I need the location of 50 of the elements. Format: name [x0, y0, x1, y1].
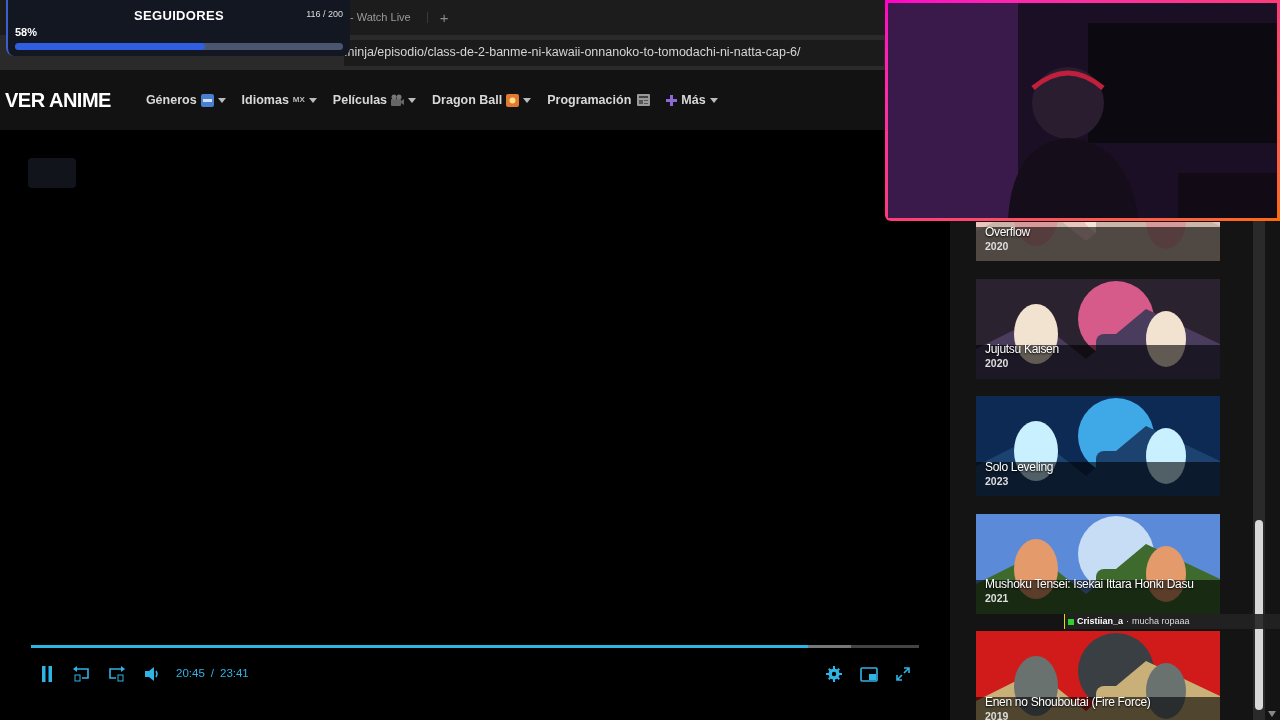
anime-title: Jujutsu Kaisen — [985, 342, 1059, 358]
plus-icon — [666, 94, 678, 106]
anime-year: 2020 — [985, 239, 1010, 253]
time-separator: / — [210, 666, 214, 682]
anime-card[interactable]: Overflow 2020 — [976, 222, 1220, 261]
forward-icon[interactable] — [108, 666, 126, 682]
goal-percent: 58% — [15, 24, 39, 40]
new-tab-button[interactable]: + — [439, 10, 449, 25]
anime-card[interactable]: Jujutsu Kaisen 2020 — [976, 278, 1220, 379]
newspaper-icon — [637, 94, 651, 106]
anime-title: Mushoku Tensei: Isekai Ittara Honki Dasu — [985, 577, 1194, 593]
anime-card[interactable]: Enen no Shouboutai (Fire Force) 2019 — [976, 631, 1220, 720]
anime-year: 2019 — [985, 709, 1010, 720]
scrollbar-thumb[interactable] — [1255, 520, 1263, 710]
anime-year: 2023 — [985, 474, 1010, 488]
camera-icon — [391, 93, 405, 107]
picture-in-picture-icon[interactable] — [860, 666, 878, 682]
anime-title: Enen no Shouboutai (Fire Force) — [985, 694, 1151, 710]
nav-link[interactable]: Películas — [332, 90, 417, 110]
country-code-label: MX — [292, 94, 305, 106]
scroll-down-icon[interactable] — [1268, 711, 1276, 717]
chat-badge-icon — [1068, 618, 1074, 625]
anime-title: Solo Leveling — [985, 459, 1054, 475]
settings-icon[interactable] — [826, 666, 842, 682]
chat-text: mucha ropaaa — [1132, 614, 1190, 628]
nav-link[interactable]: Idiomas MX — [241, 90, 317, 110]
abc-square-icon — [200, 93, 214, 107]
pause-button[interactable] — [40, 666, 54, 682]
fullscreen-icon[interactable] — [896, 667, 910, 681]
nav-link[interactable]: Géneros — [145, 90, 226, 110]
anime-year: 2020 — [985, 357, 1010, 371]
current-time: 20:45 — [176, 666, 205, 682]
chat-separator: · — [1126, 614, 1130, 628]
anime-card[interactable]: Mushoku Tensei: Isekai Ittara Honki Dasu 2021 — [976, 513, 1220, 614]
site-logo[interactable]: VER ANIME — [5, 85, 111, 115]
chat-username: Cristiian_a — [1077, 614, 1124, 628]
goal-count: 116 / 200 — [306, 8, 343, 21]
address-field[interactable]: .ninja/episodio/class-de-2-banme-ni-kawaii-onnanoko-to-tomodachi-ni-natta-cap-6/ — [344, 39, 884, 66]
anime-card[interactable]: Solo Leveling 2023 — [976, 396, 1220, 496]
anime-year: 2021 — [985, 592, 1010, 606]
volume-icon[interactable] — [144, 666, 160, 682]
goal-title: SEGUIDORES — [134, 7, 224, 25]
nav-link[interactable]: Más — [666, 90, 718, 110]
video-player[interactable]: 20:45 / 23:41 — [0, 130, 950, 720]
nav-link[interactable]: Dragon Ball — [432, 90, 532, 110]
duration: 23:41 — [220, 666, 249, 682]
popup-card — [28, 158, 76, 188]
rewind-icon[interactable] — [72, 666, 90, 682]
anime-title: Overflow — [985, 224, 1030, 240]
nav-link[interactable]: Programación — [547, 90, 651, 110]
